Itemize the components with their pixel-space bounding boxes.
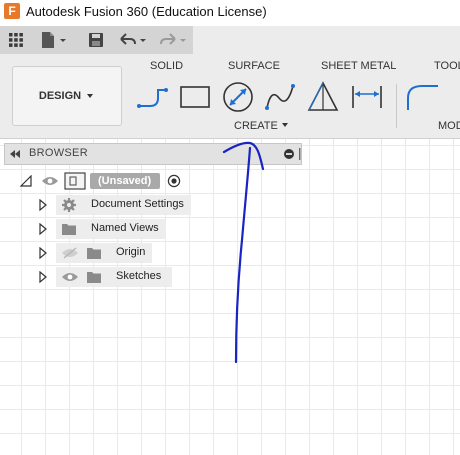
ribbon-divider [396,84,397,128]
dimension-tool-icon[interactable] [350,80,384,114]
browser-header: BROWSER [4,143,302,165]
resize-handle-icon[interactable] [298,148,302,160]
create-dropdown[interactable]: CREATE [234,120,289,132]
gear-icon [62,198,76,212]
folder-icon [87,248,101,259]
browser-item-origin[interactable]: Origin [0,243,200,263]
collapse-panel-icon[interactable] [9,149,21,159]
redo-icon[interactable] [156,30,190,50]
browser-item-named-views[interactable]: Named Views [0,219,200,239]
browser-item-document-settings[interactable]: Document Settings [0,195,200,215]
expanded-triangle-icon[interactable] [19,175,33,187]
expand-triangle-icon[interactable] [38,223,48,235]
tab-sheet-metal[interactable]: SHEET METAL [321,60,396,72]
activate-radio-icon[interactable] [167,174,181,188]
browser-root-row[interactable]: (Unsaved) [0,171,200,191]
rectangle-tool-icon[interactable] [178,80,212,114]
item-label: Origin [116,246,146,258]
item-label: Sketches [116,270,162,282]
spline-tool-icon[interactable] [263,80,297,114]
chevron-down-icon [281,123,288,127]
expand-triangle-icon[interactable] [38,247,48,259]
line-tool-icon[interactable] [136,80,170,114]
workspace-label: DESIGN [38,90,82,102]
undo-icon[interactable] [116,30,150,50]
title-bar: F Autodesk Fusion 360 (Education License… [0,0,460,24]
item-label: Document Settings [91,198,184,210]
modify-dropdown[interactable]: MOD [438,120,460,132]
expand-triangle-icon[interactable] [38,199,48,211]
tab-tools[interactable]: TOOL [434,60,460,72]
browser-item-sketches[interactable]: Sketches [0,267,200,287]
save-icon[interactable] [86,30,106,50]
file-icon[interactable] [38,30,68,50]
minimize-icon[interactable] [283,148,295,160]
folder-icon [62,224,76,235]
workspace-dropdown[interactable]: DESIGN [12,66,122,126]
create-label: CREATE [234,120,278,132]
fusion-logo-icon: F [4,3,20,19]
fillet-tool-icon[interactable] [404,80,438,114]
eye-icon[interactable] [61,271,79,283]
eye-hidden-icon[interactable] [61,247,79,259]
component-icon [64,172,86,190]
tab-solid[interactable]: SOLID [150,60,183,72]
modify-label: MOD [438,120,460,132]
browser-title: BROWSER [29,147,88,159]
triangle-tool-icon[interactable] [306,80,340,114]
folder-icon [87,272,101,283]
expand-triangle-icon[interactable] [38,271,48,283]
tab-surface[interactable]: SURFACE [228,60,280,72]
quick-access-toolbar [0,26,193,54]
grid-icon[interactable] [6,30,26,50]
item-label: Named Views [91,222,159,234]
ribbon: DESIGN SOLID SURFACE SHEET METAL TOOL [0,54,460,139]
toolbar-empty-area [193,26,460,54]
window-title: Autodesk Fusion 360 (Education License) [26,4,267,19]
chevron-down-icon [87,94,94,98]
circle-tool-icon[interactable] [221,80,255,114]
root-component-label: (Unsaved) [98,175,152,187]
eye-icon[interactable] [41,175,59,187]
